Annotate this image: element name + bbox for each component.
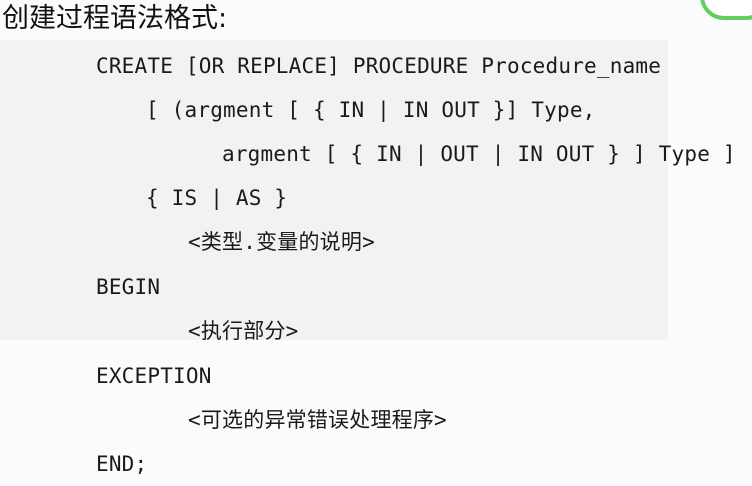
code-line-end: END; xyxy=(96,452,148,476)
code-line-argment-2: argment [ { IN | OUT | IN OUT } ] Type ] xyxy=(222,142,736,166)
code-line-exception: EXCEPTION xyxy=(96,364,212,388)
corner-toggle-widget[interactable] xyxy=(700,0,752,20)
code-line-execution: <执行部分> xyxy=(188,319,299,343)
code-line-error-handler: <可选的异常错误处理程序> xyxy=(188,408,447,432)
code-line-declarations: <类型.变量的说明> xyxy=(188,230,375,254)
code-line-create: CREATE [OR REPLACE] PROCEDURE Procedure_… xyxy=(96,54,662,78)
page-title: 创建过程语法格式: xyxy=(2,3,228,34)
code-line-is-as: { IS | AS } xyxy=(146,186,288,210)
code-line-argment-1: [ (argment [ { IN | IN OUT }] Type, xyxy=(146,98,596,122)
code-line-begin: BEGIN xyxy=(96,275,161,299)
